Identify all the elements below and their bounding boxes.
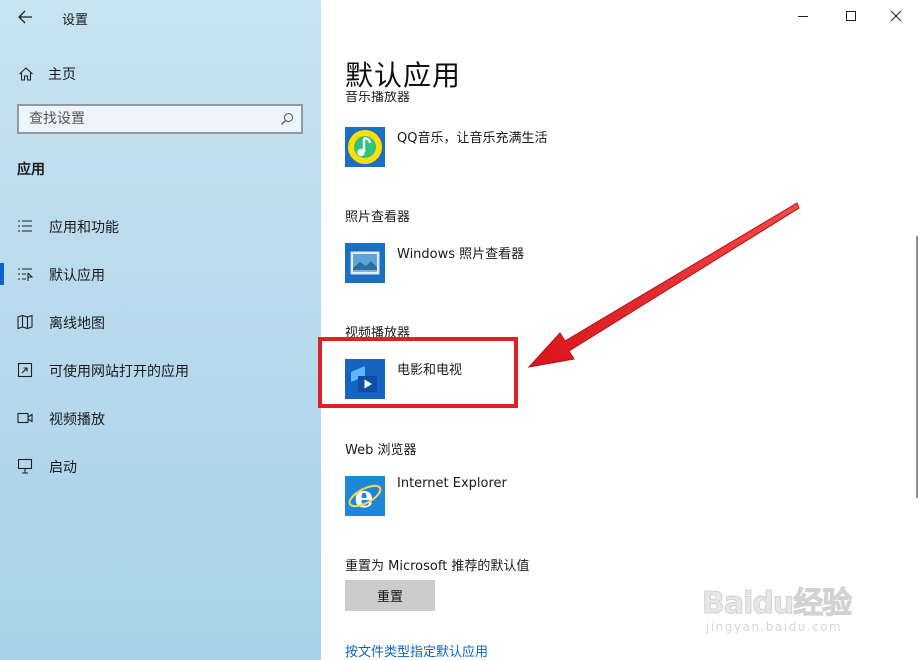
sidebar-item-default-apps[interactable]: 默认应用 bbox=[0, 254, 320, 294]
sidebar-item-apps-features[interactable]: 应用和功能 bbox=[0, 206, 320, 246]
watermark-url: jingyan.baidu.com bbox=[706, 620, 843, 634]
category-label: Web 浏览器 bbox=[345, 443, 417, 458]
sidebar-item-label: 应用和功能 bbox=[49, 220, 119, 236]
startup-icon bbox=[17, 458, 33, 474]
sidebar-item-apps-for-websites[interactable]: 可使用网站打开的应用 bbox=[0, 350, 320, 390]
sidebar-item-video-playback[interactable]: 视频播放 bbox=[0, 398, 320, 438]
sidebar-item-label: 视频播放 bbox=[49, 412, 105, 428]
sidebar: 设置 主页 应用 应用和功能 默认应用 bbox=[0, 0, 321, 660]
category-label: 照片查看器 bbox=[345, 210, 411, 225]
video-playback-icon bbox=[17, 412, 33, 424]
photo-viewer-icon bbox=[345, 243, 385, 283]
choose-by-file-type-link[interactable]: 按文件类型指定默认应用 bbox=[345, 641, 488, 660]
qq-music-icon bbox=[345, 127, 385, 167]
watermark-logo: Baidu经验 bbox=[701, 586, 852, 622]
app-name: QQ音乐，让音乐充满生活 bbox=[397, 131, 548, 146]
sidebar-item-label: 离线地图 bbox=[49, 316, 105, 332]
default-apps-icon bbox=[18, 268, 33, 281]
home-icon bbox=[19, 67, 33, 81]
watermark: Baidu经验 jingyan.baidu.com bbox=[701, 578, 872, 648]
maximize-button[interactable] bbox=[839, 4, 863, 28]
scrollbar-thumb[interactable] bbox=[916, 236, 918, 498]
main-content: 默认应用 音乐播放器 QQ音乐，让音乐充满生活 照片查看器 Windows 照片… bbox=[321, 0, 920, 660]
default-app-music[interactable]: QQ音乐，让音乐充满生活 bbox=[345, 127, 645, 169]
selection-indicator bbox=[0, 263, 4, 285]
window-title: 设置 bbox=[62, 13, 89, 28]
nav-home[interactable]: 主页 bbox=[18, 63, 298, 85]
close-icon bbox=[890, 10, 902, 22]
reset-label: 重置为 Microsoft 推荐的默认值 bbox=[345, 559, 530, 574]
internet-explorer-icon: e bbox=[345, 476, 385, 516]
category-label-cut: 音乐播放器 bbox=[345, 91, 411, 103]
app-name: Windows 照片查看器 bbox=[397, 247, 525, 262]
app-name: Internet Explorer bbox=[397, 476, 507, 491]
default-app-photo[interactable]: Windows 照片查看器 bbox=[345, 243, 645, 285]
maximize-icon bbox=[846, 11, 856, 21]
nav-home-label: 主页 bbox=[48, 67, 76, 83]
search-input[interactable] bbox=[19, 106, 279, 132]
sidebar-item-offline-maps[interactable]: 离线地图 bbox=[0, 302, 320, 342]
reset-button[interactable]: 重置 bbox=[345, 580, 435, 611]
section-title: 应用 bbox=[17, 162, 45, 178]
sidebar-item-label: 启动 bbox=[49, 460, 77, 476]
back-arrow-icon bbox=[18, 10, 32, 24]
close-button[interactable] bbox=[884, 4, 908, 28]
sidebar-item-label: 默认应用 bbox=[49, 268, 105, 284]
search-box[interactable] bbox=[17, 104, 303, 134]
sidebar-item-startup[interactable]: 启动 bbox=[0, 446, 320, 486]
offline-maps-icon bbox=[17, 314, 33, 330]
apps-features-icon bbox=[18, 220, 32, 232]
search-icon[interactable] bbox=[279, 111, 295, 127]
minimize-button[interactable] bbox=[791, 4, 815, 28]
sidebar-item-label: 可使用网站打开的应用 bbox=[49, 364, 189, 380]
highlight-box bbox=[318, 337, 518, 408]
svg-text:e: e bbox=[354, 480, 373, 515]
default-app-browser[interactable]: e Internet Explorer bbox=[345, 476, 645, 518]
minimize-icon bbox=[798, 16, 808, 17]
back-button[interactable] bbox=[14, 6, 38, 28]
apps-for-websites-icon bbox=[17, 362, 33, 378]
page-title: 默认应用 bbox=[345, 59, 462, 92]
settings-window: 设置 主页 应用 应用和功能 默认应用 bbox=[0, 0, 920, 660]
